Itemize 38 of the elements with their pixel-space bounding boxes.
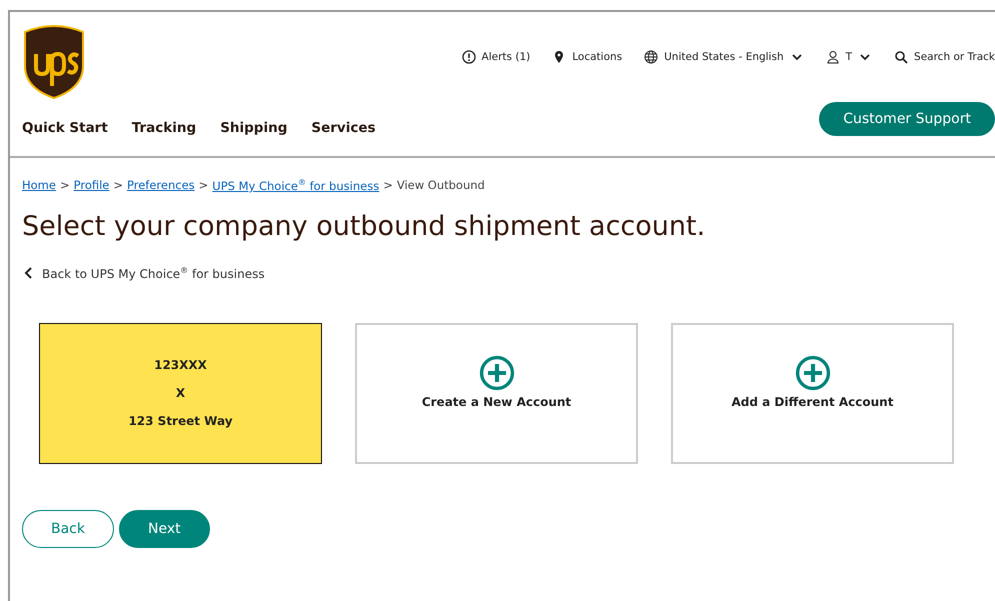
back-button[interactable]: Back [22,510,114,548]
globe-icon [644,50,658,64]
breadcrumb-separator: > [113,178,124,193]
alert-link[interactable]: Alerts (1) [462,50,530,64]
account-detail: 123XXX [154,358,207,372]
logo-icon[interactable] [22,24,86,100]
plus-circle-icon [478,354,514,391]
nav-link[interactable]: Quick Start [22,120,108,136]
breadcrumb-link[interactable]: UPS My Choice$^{®}$ for business [212,178,380,193]
language-link[interactable]: United States - English [644,50,804,64]
breadcrumb-separator: > [198,178,208,193]
breadcrumb-separator: > [383,178,393,193]
breadcrumb-link[interactable]: Preferences [127,178,195,193]
account-detail: X [176,386,186,400]
breadcrumb-separator: > [60,178,70,193]
search-link[interactable]: Search or Track [894,50,995,64]
nav-link[interactable]: Shipping [220,120,288,136]
breadcrumb-link[interactable]: Profile [74,178,110,193]
add-account-card[interactable]: Add a Different Account [671,322,954,464]
card-label: Add a Different Account [732,394,894,409]
back-link[interactable]: Back to UPS My Choice$^{®}$ for business [22,266,995,281]
search-icon [894,50,908,64]
breadcrumb-link[interactable]: Home [22,178,56,193]
customer-support-button[interactable]: Customer Support [819,102,995,136]
next-button[interactable]: Next [119,510,210,548]
account-detail: 123 Street Way [128,414,233,428]
alert-icon [462,50,476,64]
account-card[interactable]: 123XXX X 123 Street Way [39,322,322,464]
breadcrumb-current: View Outbound [396,178,485,193]
nav-link[interactable]: Services [311,120,376,136]
user-icon [826,50,840,64]
user-link[interactable]: T [826,50,872,64]
plus-circle-icon [794,354,830,391]
location-link[interactable]: Locations [552,50,622,64]
card-label: Create a New Account [422,394,572,409]
nav-link[interactable]: Tracking [132,120,196,136]
add-account-card[interactable]: Create a New Account [355,322,638,464]
page-title: Select your company outbound shipment account. [22,210,706,242]
